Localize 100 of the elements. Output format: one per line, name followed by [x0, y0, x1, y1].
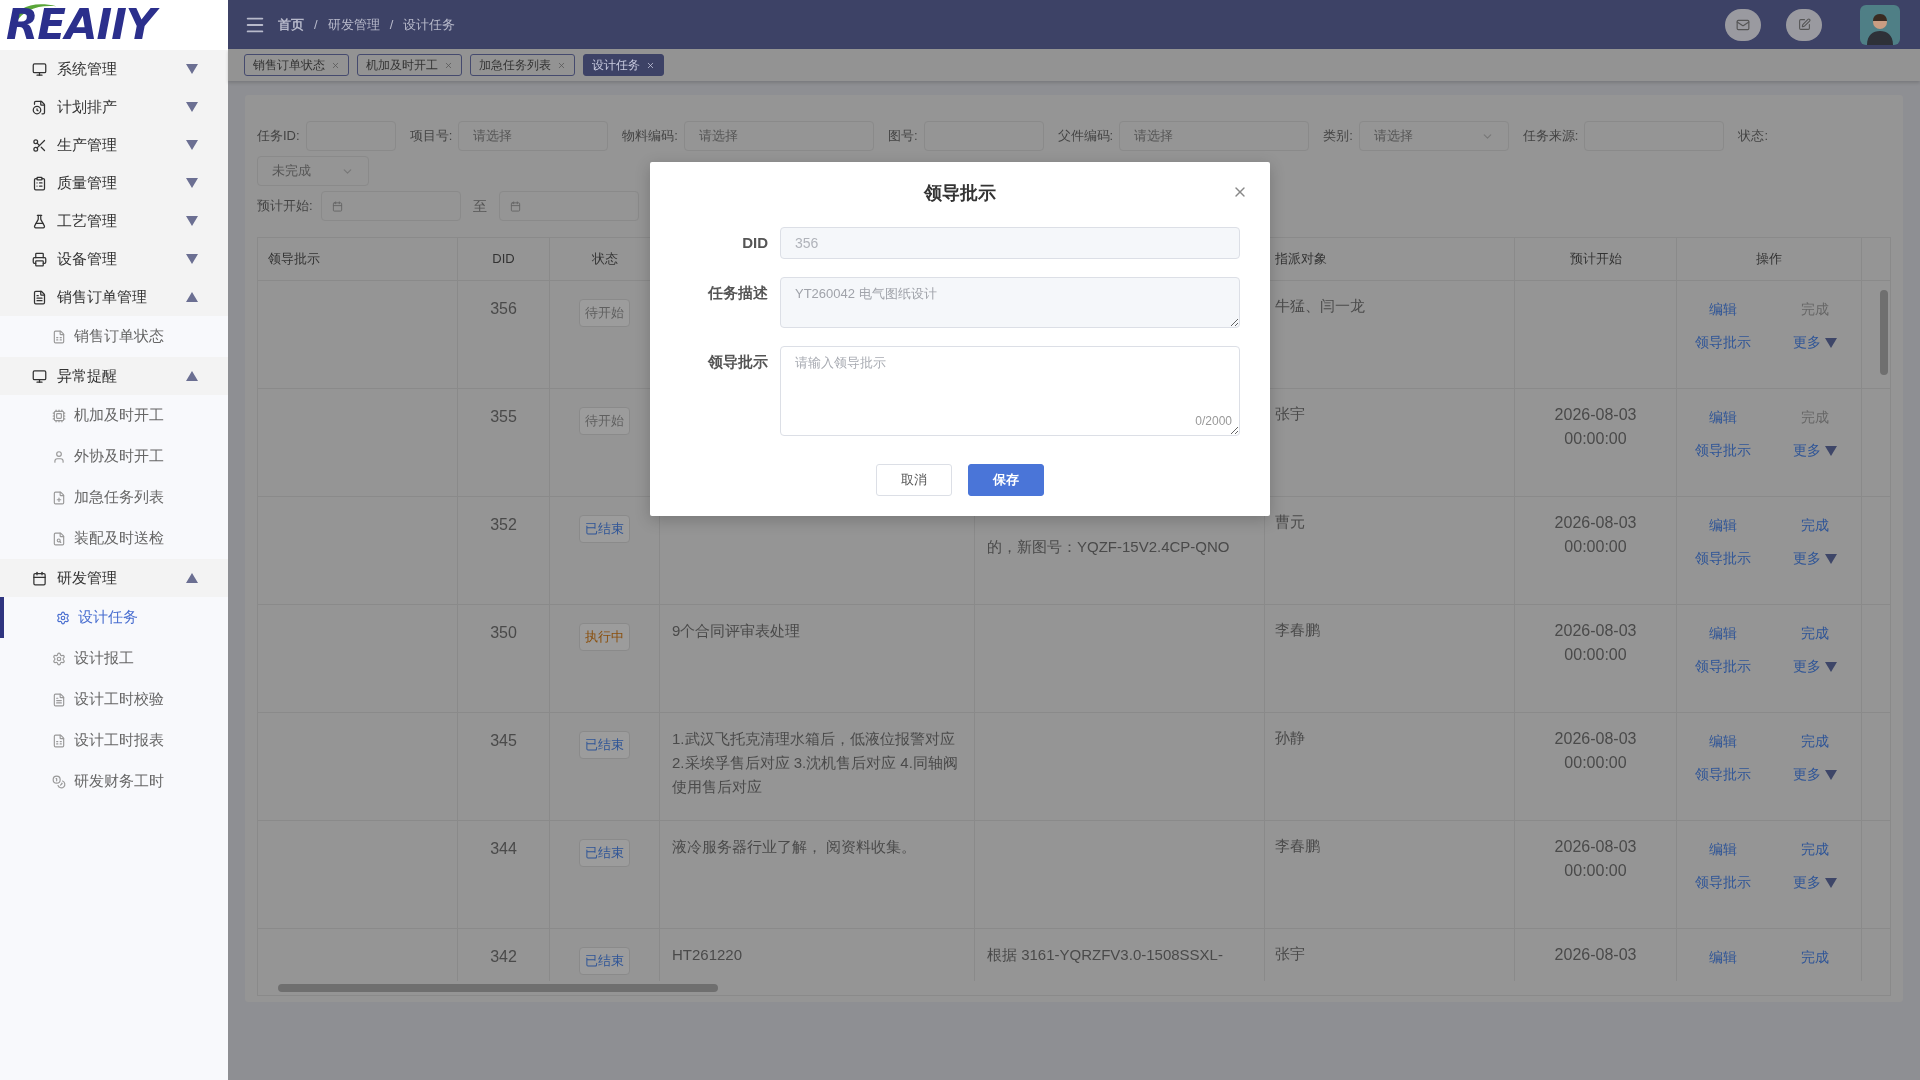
action-link[interactable]: 编辑: [1709, 407, 1737, 428]
action-link[interactable]: 完成: [1801, 947, 1829, 968]
filter-select[interactable]: 请选择: [1358, 121, 1509, 151]
action-link[interactable]: 编辑: [1709, 515, 1737, 536]
chip-icon: [52, 408, 66, 423]
logo: REAIIY: [6, 0, 164, 50]
more-dropdown[interactable]: 更多: [1793, 332, 1837, 353]
status-tag: 执行中: [579, 623, 630, 651]
vertical-scrollbar[interactable]: [1880, 290, 1888, 375]
sidebar-item[interactable]: 研发财务工时: [0, 761, 228, 802]
close-icon[interactable]: [646, 60, 655, 70]
breadcrumb-separator: /: [389, 15, 394, 34]
column-header: 操作: [1756, 250, 1782, 269]
sidebar-item[interactable]: 设计报工: [0, 638, 228, 679]
sidebar-group[interactable]: 系统管理: [0, 50, 228, 88]
action-link[interactable]: 完成: [1801, 623, 1829, 644]
avatar[interactable]: [1860, 4, 1900, 45]
action-link[interactable]: 领导批示: [1695, 764, 1751, 785]
tab[interactable]: 设计任务: [583, 54, 664, 76]
sidebar-group[interactable]: 质量管理: [0, 164, 228, 202]
table-cell: 1.武汉飞托克清理水箱后，低液位报警对应 2.采埃孚售后对应 3.沈机售后对应 4.同轴阀使用售后对应: [672, 730, 958, 795]
action-link[interactable]: 完成: [1801, 515, 1829, 536]
action-link[interactable]: 完成: [1801, 839, 1829, 860]
scissors-icon: [32, 137, 47, 153]
close-icon[interactable]: [557, 60, 566, 70]
sidebar-item[interactable]: 加急任务列表: [0, 477, 228, 518]
tab[interactable]: 加急任务列表: [470, 54, 575, 76]
sidebar-item[interactable]: 机加及时开工: [0, 395, 228, 436]
action-link[interactable]: 编辑: [1709, 299, 1737, 320]
close-icon[interactable]: [444, 60, 453, 70]
close-icon[interactable]: [331, 60, 340, 70]
date-field[interactable]: [498, 191, 639, 221]
more-dropdown[interactable]: 更多: [1793, 764, 1837, 785]
sidebar-group[interactable]: 研发管理: [0, 559, 228, 597]
action-link[interactable]: 领导批示: [1695, 332, 1751, 353]
action-link[interactable]: 领导批示: [1695, 872, 1751, 893]
action-link[interactable]: 编辑: [1709, 839, 1737, 860]
sidebar-item[interactable]: 设计工时校验: [0, 679, 228, 720]
table-cell: 9个合同评审表处理: [672, 622, 801, 639]
filter-label: 物料编码:: [622, 127, 678, 146]
monitor-icon: [32, 368, 47, 384]
action-link[interactable]: 领导批示: [1695, 440, 1751, 461]
sidebar-item[interactable]: 设计工时报表: [0, 720, 228, 761]
table-cell: 曹元: [1275, 513, 1305, 530]
filter-label: 任务ID:: [257, 127, 300, 146]
cancel-button[interactable]: 取消: [876, 464, 952, 496]
edit-icon: [1797, 18, 1811, 31]
coins-icon: [52, 774, 66, 789]
table-cell-text: 356: [490, 299, 517, 319]
action-link[interactable]: 编辑: [1709, 623, 1737, 644]
more-dropdown[interactable]: 更多: [1793, 872, 1837, 893]
column-header: 状态: [591, 250, 618, 269]
filter-select[interactable]: 请选择: [683, 121, 874, 151]
sidebar-group[interactable]: 设备管理: [0, 240, 228, 278]
column-header: DID: [492, 250, 515, 269]
sidebar-group[interactable]: 工艺管理: [0, 202, 228, 240]
breadcrumb-link[interactable]: 设计任务: [403, 14, 456, 35]
sidebar-group[interactable]: 计划排产: [0, 88, 228, 126]
status-tag: 待开始: [579, 299, 630, 327]
date-field[interactable]: [320, 191, 461, 221]
action-link[interactable]: 领导批示: [1695, 548, 1751, 569]
more-dropdown[interactable]: 更多: [1793, 656, 1837, 677]
column-header: 预计开始: [1569, 250, 1622, 269]
caret-icon: [1825, 445, 1837, 456]
document-icon: [52, 692, 66, 707]
action-link[interactable]: 编辑: [1709, 731, 1737, 752]
caret-icon: [1825, 553, 1837, 564]
monitor-icon: [32, 61, 47, 77]
action-link[interactable]: 领导批示: [1695, 656, 1751, 677]
sidebar-item[interactable]: 装配及时送检: [0, 518, 228, 559]
table-cell: HT261220: [672, 946, 743, 963]
breadcrumb-link[interactable]: 研发管理: [327, 14, 380, 35]
spreadsheet-icon: [52, 733, 66, 748]
more-dropdown[interactable]: 更多: [1793, 548, 1837, 569]
table-cell-text: 352: [490, 515, 517, 535]
sidebar-group[interactable]: 异常提醒: [0, 357, 228, 395]
file-search-icon: [52, 531, 66, 546]
sidebar-group[interactable]: 生产管理: [0, 126, 228, 164]
sidebar-group[interactable]: 销售订单管理: [0, 278, 228, 316]
table-cell: 液冷服务器行业了解， 阅资料收集。: [672, 838, 917, 855]
breadcrumb-link[interactable]: 首页: [278, 14, 304, 35]
mail-button[interactable]: [1725, 8, 1761, 41]
action-link[interactable]: 编辑: [1709, 947, 1737, 968]
status-select[interactable]: 未完成: [257, 156, 369, 186]
action-link[interactable]: 完成: [1801, 731, 1829, 752]
tab[interactable]: 机加及时开工: [357, 54, 462, 76]
table-cell: 孙静: [1275, 729, 1305, 746]
sidebar-item[interactable]: 外协及时开工: [0, 436, 228, 477]
tab[interactable]: 销售订单状态: [244, 54, 349, 76]
status-tag: 待开始: [579, 407, 630, 435]
edit-button[interactable]: [1786, 8, 1822, 41]
status-tag: 已结束: [579, 515, 630, 543]
filter-select[interactable]: 请选择: [1119, 121, 1310, 151]
filter-select[interactable]: 请选择: [458, 121, 609, 151]
more-dropdown[interactable]: 更多: [1793, 440, 1837, 461]
save-button[interactable]: 保存: [968, 464, 1044, 496]
table-cell: 2026-08-03 00:00:00: [1554, 838, 1637, 879]
sidebar-item[interactable]: 销售订单状态: [0, 316, 228, 357]
field-label: 领导批示: [706, 352, 768, 372]
file-clock-icon: [32, 99, 47, 115]
